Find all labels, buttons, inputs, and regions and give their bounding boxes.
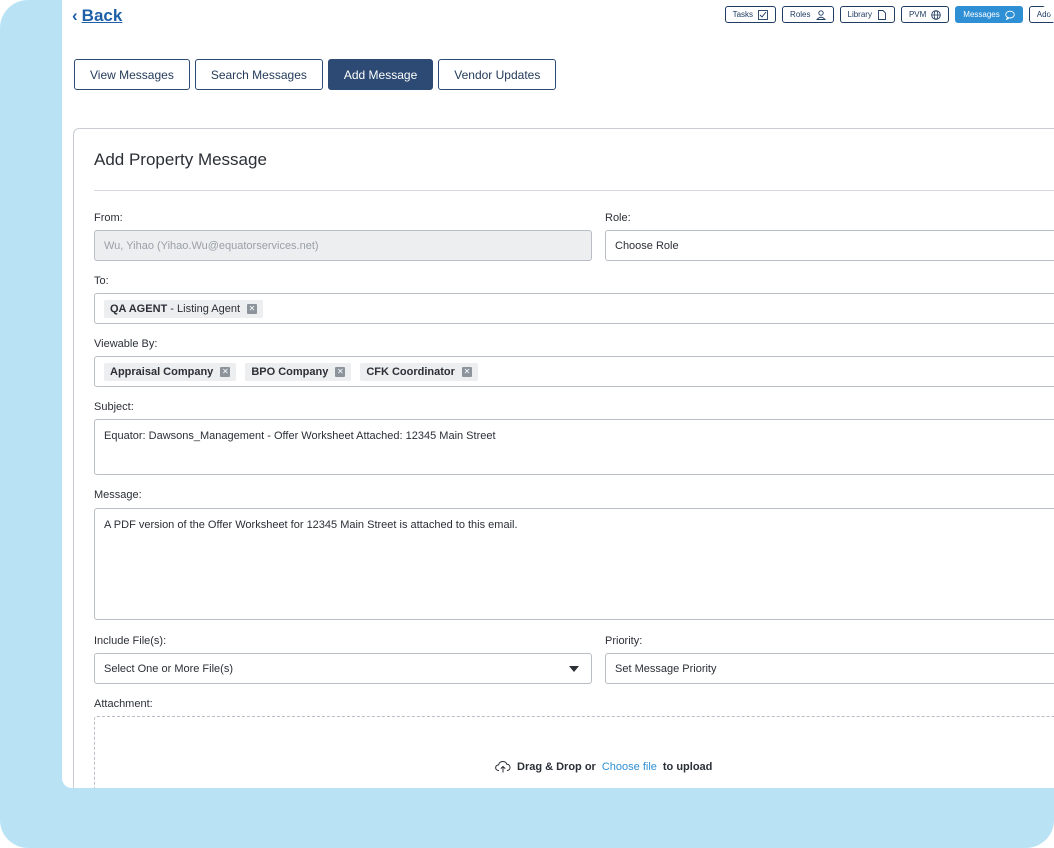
person-icon [815,9,826,20]
viewer-chip-label: CFK Coordinator [366,365,455,378]
dropzone-suffix: to upload [662,760,713,773]
add-message-card: Add Property Message From: Wu, Yihao (Yi… [73,128,1054,788]
viewer-chip-label: BPO Company [251,365,329,378]
globe-icon [931,9,942,20]
nav-library-label: Library [847,10,872,19]
message-value: A PDF version of the Offer Worksheet for… [104,519,518,531]
nav-tasks-label: Tasks [732,10,754,19]
device-frame: ‹Back Tasks Roles Library PVM Messages [0,0,1054,848]
nav-roles-label: Roles [790,10,811,19]
subject-label: Subject: [94,401,134,413]
from-label: From: [94,212,123,224]
dropzone-prefix: Drag & Drop or [517,760,596,773]
remove-viewer-icon[interactable]: ✕ [461,366,472,377]
page-title: Add Property Message [94,150,267,169]
document-icon [878,9,886,20]
chat-bubble-icon [1005,10,1015,20]
nav-roles-button[interactable]: Roles [782,6,834,23]
nav-messages-button[interactable]: Messages [955,6,1023,23]
choose-file-link[interactable]: Choose file [602,761,657,773]
nav-library-button[interactable]: Library [839,6,895,23]
recipient-chip: QA AGENT - Listing Agent ✕ [104,299,264,318]
message-tabs: View Messages Search Messages Add Messag… [74,59,557,90]
priority-select[interactable]: Set Message Priority [605,653,1054,684]
tab-add-message[interactable]: Add Message [327,59,434,90]
tab-view-messages[interactable]: View Messages [74,59,190,90]
check-square-icon [758,9,768,20]
attachment-label: Attachment: [94,698,153,710]
subject-value: Equator: Dawsons_Management - Offer Work… [104,430,496,442]
back-label: Back [81,6,123,25]
to-field[interactable]: QA AGENT - Listing Agent ✕ [94,293,1054,324]
viewable-by-label: Viewable By: [94,338,158,350]
dropzone-text: Drag & Drop or Choose file to upload [495,760,712,773]
nav-add-button[interactable]: Ado [1028,6,1054,23]
to-label: To: [94,275,109,287]
back-link[interactable]: ‹ Back [72,6,122,26]
include-files-label: Include File(s): [94,635,167,647]
cloud-upload-icon [495,761,511,773]
tab-vendor-updates[interactable]: Vendor Updates [438,59,557,90]
nav-pvm-label: PVM [908,10,927,19]
tab-search-messages[interactable]: Search Messages [194,59,323,90]
caret-down-icon [569,665,579,672]
viewer-chip: Appraisal Company ✕ [104,362,237,381]
message-label: Message: [94,489,142,501]
recipient-name: QA AGENT [110,302,168,315]
nav-messages-label: Messages [963,10,1000,19]
viewable-by-field[interactable]: Appraisal Company ✕ BPO Company ✕ CFK Co… [94,356,1054,387]
viewer-chip-label: Appraisal Company [110,365,214,378]
app-screen: ‹Back Tasks Roles Library PVM Messages [62,0,1054,788]
priority-value: Set Message Priority [615,662,717,675]
include-files-select[interactable]: Select One or More File(s) [94,653,592,684]
from-value: Wu, Yihao (Yihao.Wu@equatorservices.net) [104,239,319,252]
from-field: Wu, Yihao (Yihao.Wu@equatorservices.net) [94,230,592,261]
top-navigation: Tasks Roles Library PVM Messages Ado [724,6,1054,23]
viewer-chip: BPO Company ✕ [245,362,352,381]
nav-tasks-button[interactable]: Tasks [724,6,777,23]
chevron-left-icon: ‹ [72,6,78,25]
remove-viewer-icon[interactable]: ✕ [335,366,346,377]
nav-add-label: Ado [1036,10,1051,19]
role-value: Choose Role [615,239,679,252]
remove-recipient-icon[interactable]: ✕ [247,303,258,314]
role-label: Role: [605,212,631,224]
role-select[interactable]: Choose Role [605,230,1054,261]
attachment-dropzone[interactable]: Drag & Drop or Choose file to upload [94,716,1054,788]
priority-label: Priority: [605,635,643,647]
recipient-role: - Listing Agent [167,302,241,315]
subject-input[interactable]: Equator: Dawsons_Management - Offer Work… [94,419,1054,475]
nav-pvm-button[interactable]: PVM [900,6,950,23]
include-files-placeholder: Select One or More File(s) [104,662,233,675]
message-textarea[interactable]: A PDF version of the Offer Worksheet for… [94,508,1054,620]
title-divider [94,190,1054,191]
remove-viewer-icon[interactable]: ✕ [220,366,231,377]
viewer-chip: CFK Coordinator ✕ [360,362,478,381]
